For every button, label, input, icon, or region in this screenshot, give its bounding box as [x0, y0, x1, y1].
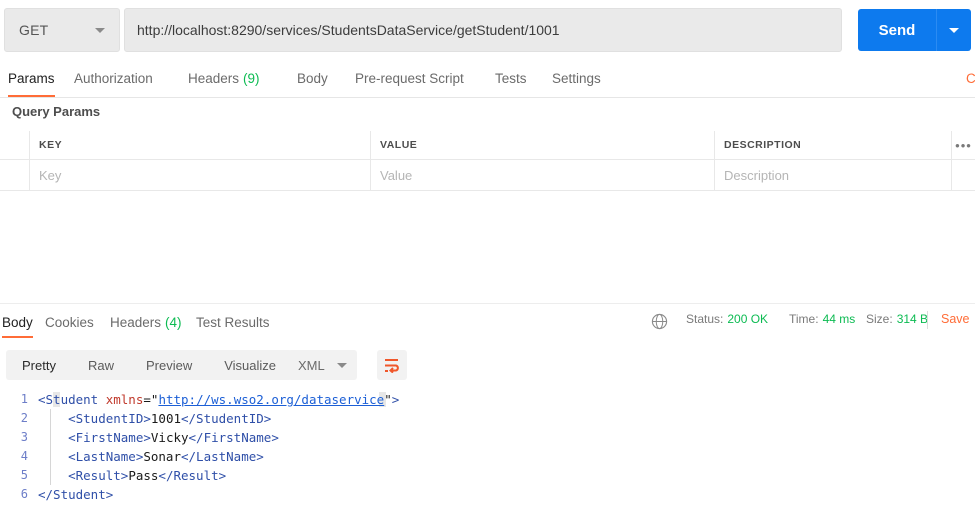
response-view-bar: Pretty Raw Preview Visualize XML [0, 347, 975, 385]
code-text: <StudentID>1001</StudentID> [38, 411, 272, 426]
save-response-button[interactable]: Save [941, 312, 970, 326]
tab-label: Settings [552, 71, 601, 86]
code-text: </Student> [38, 487, 114, 502]
response-tab-test-results[interactable]: Test Results [196, 306, 270, 338]
send-options-button[interactable] [936, 9, 971, 51]
word-wrap-icon [384, 358, 399, 373]
chevron-down-icon [336, 362, 347, 368]
line-number: 3 [20, 430, 28, 444]
response-divider [0, 303, 975, 304]
request-tabs: Params Authorization Headers (9) Body Pre… [0, 60, 975, 98]
line-number: 2 [20, 411, 28, 425]
tab-label: Tests [495, 71, 527, 86]
status-group: Status: 200 OK [686, 312, 768, 326]
send-button-label: Send [878, 21, 916, 39]
row-checkbox-cell[interactable] [0, 160, 30, 190]
tab-tests[interactable]: Tests [495, 60, 527, 97]
tab-body[interactable]: Body [297, 60, 328, 97]
response-tab-headers[interactable]: Headers (4) [110, 306, 182, 338]
line-number: 6 [20, 487, 28, 501]
line-number: 5 [20, 468, 28, 482]
meta-divider [927, 311, 928, 329]
tab-count: (4) [165, 314, 182, 330]
url-text: http://localhost:8290/services/StudentsD… [137, 22, 560, 38]
query-params-table: KEY VALUE DESCRIPTION ••• Key Value Desc… [0, 131, 975, 191]
view-mode-pretty[interactable]: Pretty [6, 350, 72, 380]
size-group: Size: 314 B [866, 312, 928, 326]
tab-label: Pre-request Script [355, 71, 464, 86]
tab-params[interactable]: Params [8, 60, 55, 97]
time-value: 44 ms [822, 312, 856, 326]
code-line: 6 </Student> [0, 485, 975, 504]
view-mode-raw[interactable]: Raw [72, 350, 130, 380]
code-line: 5 <Result>Pass</Result> [0, 466, 975, 485]
tab-label: Headers [188, 71, 240, 86]
response-body-code[interactable]: 1 <Student xmlns="http://ws.wso2.org/data… [0, 390, 975, 505]
code-text: <Student xmlns="http://ws.wso2.org/datas… [38, 392, 400, 407]
time-group: Time: 44 ms [789, 312, 855, 326]
tab-label: Body [297, 71, 328, 86]
status-label: Status: [686, 312, 724, 326]
select-all-cell [0, 131, 30, 159]
tab-label: Params [8, 71, 55, 86]
tab-label: Body [2, 314, 33, 330]
column-header-key: KEY [30, 131, 371, 159]
send-button[interactable]: Send [858, 9, 936, 51]
chevron-down-icon [949, 27, 959, 33]
word-wrap-button[interactable] [377, 350, 407, 380]
tab-count: (9) [243, 71, 260, 86]
response-tab-body[interactable]: Body [2, 306, 33, 338]
tab-label: Test Results [196, 314, 270, 330]
code-line: 2 <StudentID>1001</StudentID> [0, 409, 975, 428]
line-number: 4 [20, 449, 28, 463]
time-label: Time: [789, 312, 819, 326]
code-line: 4 <LastName>Sonar</LastName> [0, 447, 975, 466]
tab-headers[interactable]: Headers (9) [188, 60, 260, 97]
http-method-label: GET [19, 22, 49, 38]
code-line: 3 <FirstName>Vicky</FirstName> [0, 428, 975, 447]
row-spacer [952, 160, 975, 190]
code-text: <LastName>Sonar</LastName> [38, 449, 264, 464]
tab-label: Headers [110, 314, 162, 330]
chevron-down-icon [95, 27, 105, 33]
tab-label: Cookies [45, 314, 94, 330]
tab-pre-request-script[interactable]: Pre-request Script [355, 60, 464, 97]
column-header-description: DESCRIPTION [715, 131, 952, 159]
response-tab-cookies[interactable]: Cookies [45, 306, 94, 338]
http-method-select[interactable]: GET [4, 8, 120, 52]
view-mode-group: Pretty Raw Preview Visualize [6, 350, 293, 380]
param-value-input[interactable]: Value [371, 160, 715, 190]
column-header-value: VALUE [371, 131, 715, 159]
size-value: 314 B [896, 312, 929, 326]
cookies-link[interactable]: Cookies [966, 60, 975, 97]
query-params-title: Query Params [12, 104, 101, 119]
view-mode-visualize[interactable]: Visualize [208, 350, 292, 380]
table-row: Key Value Description [0, 160, 975, 191]
ellipsis-icon[interactable]: ••• [952, 131, 975, 159]
tab-settings[interactable]: Settings [552, 60, 601, 97]
code-text: <FirstName>Vicky</FirstName> [38, 430, 279, 445]
code-line: 1 <Student xmlns="http://ws.wso2.org/data… [0, 390, 975, 409]
tab-label: Authorization [74, 71, 153, 86]
line-number: 1 [20, 392, 28, 406]
param-description-input[interactable]: Description [715, 160, 952, 190]
request-url-bar: GET http://localhost:8290/services/Stude… [0, 0, 975, 60]
status-value: 200 OK [727, 312, 769, 326]
globe-icon [651, 313, 668, 330]
table-header-row: KEY VALUE DESCRIPTION ••• [0, 131, 975, 160]
param-key-input[interactable]: Key [30, 160, 371, 190]
view-mode-preview[interactable]: Preview [130, 350, 208, 380]
url-input[interactable]: http://localhost:8290/services/StudentsD… [124, 8, 842, 52]
size-label: Size: [866, 312, 893, 326]
code-text: <Result>Pass</Result> [38, 468, 227, 483]
language-select[interactable]: XML [288, 350, 357, 380]
language-label: XML [298, 357, 325, 373]
tab-authorization[interactable]: Authorization [74, 60, 153, 97]
